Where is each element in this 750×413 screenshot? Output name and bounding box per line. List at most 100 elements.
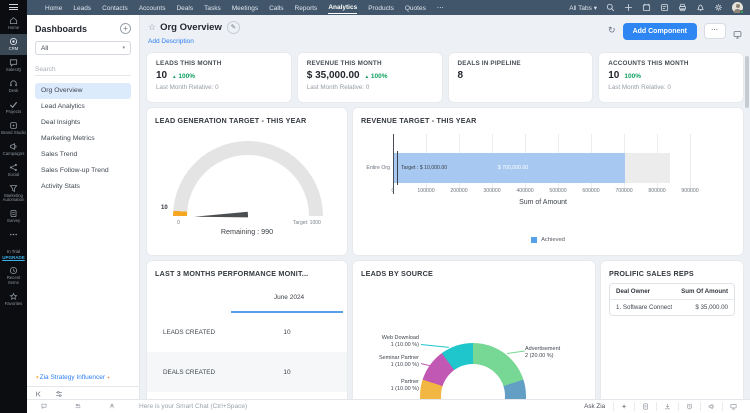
zia-icon[interactable]: ✦: [614, 403, 634, 411]
sidebar-item-survey[interactable]: Survey: [0, 206, 27, 227]
dashboard-item-marketing-metrics[interactable]: Marketing Metrics: [35, 131, 131, 147]
chevron-down-icon: ▾: [122, 45, 125, 51]
feeds-icon[interactable]: [660, 3, 669, 12]
bell-icon[interactable]: [696, 3, 705, 12]
more-options-button[interactable]: ⋯: [704, 23, 726, 39]
smart-chat-input[interactable]: [139, 403, 339, 410]
dashboard-item-org-overview[interactable]: Org Overview: [35, 83, 131, 99]
leads-by-source-card[interactable]: LEADS BY SOURCE Web Download1 (10.00 %) …: [352, 260, 596, 399]
category-label: Entire Org: [353, 165, 390, 171]
dashboard-item-activity-stats[interactable]: Activity Stats: [35, 179, 131, 195]
kpi-value: $ 35,000.00: [307, 70, 360, 81]
dashboard-title: Org Overview: [160, 22, 222, 33]
tab-meetings[interactable]: Meetings: [232, 2, 258, 14]
sidebar-item-campaigns[interactable]: Campaigns: [0, 139, 27, 160]
bar-value-label: $ 700,000.00: [453, 165, 573, 171]
download-icon[interactable]: [657, 403, 678, 410]
kpi-subtext: Last Month Relative: 0: [307, 84, 433, 91]
kpi-deals-in-pipeline[interactable]: DEALS IN PIPELINE 8: [448, 52, 594, 103]
sidebar-item-marketing-automation[interactable]: Marketing Automation: [0, 181, 27, 207]
kpi-accounts-this-month[interactable]: ACCOUNTS THIS MONTH 10 100% Last Month R…: [598, 52, 744, 103]
chats-button[interactable]: Chats: [27, 396, 61, 413]
upgrade-link[interactable]: UPGRADE: [0, 255, 27, 260]
sidebar-item-recent-items[interactable]: Recent Items: [0, 263, 27, 289]
trial-status: In Trial UPGRADE: [0, 246, 27, 263]
add-description-link[interactable]: Add Description: [148, 38, 240, 45]
sidebar-item-brand-studio[interactable]: Brand Studio: [0, 118, 27, 139]
sidebar-item-home[interactable]: Home: [0, 13, 27, 34]
tab-deals[interactable]: Deals: [176, 2, 193, 14]
dashboard-item-deal-insights[interactable]: Deal Insights: [35, 115, 131, 131]
kpi-subtext: Last Month Relative: 0: [156, 84, 282, 91]
table-row: LEADS CREATED 10: [147, 312, 347, 352]
revenue-target-card[interactable]: REVENUE TARGET - THIS YEAR Entire Org Ta…: [352, 107, 744, 256]
alarm-clock-icon[interactable]: [679, 403, 700, 410]
tab-home[interactable]: Home: [45, 2, 62, 14]
prolific-sales-reps-card[interactable]: PROLIFIC SALES REPS Deal Owner Sum Of Am…: [600, 260, 744, 399]
x-tick: 0: [378, 188, 408, 194]
sales-reps-table: Deal Owner Sum Of Amount 1. Software Con…: [609, 283, 735, 316]
megaphone-icon: [9, 142, 18, 151]
favorite-star-icon[interactable]: ☆: [148, 22, 156, 33]
person-icon: [109, 396, 115, 413]
tab-reports[interactable]: Reports: [295, 2, 318, 14]
plus-icon[interactable]: [624, 3, 633, 12]
dashboard-item-lead-analytics[interactable]: Lead Analytics: [35, 99, 131, 115]
tab-analytics[interactable]: Analytics: [328, 1, 357, 14]
all-tabs-dropdown[interactable]: All Tabs ▾: [569, 4, 597, 12]
user-avatar[interactable]: [732, 2, 743, 13]
tab-products[interactable]: Products: [368, 2, 394, 14]
trial-label: In Trial: [0, 249, 27, 254]
dashboard-filter-dropdown[interactable]: All▾: [35, 41, 131, 55]
more-apps-button[interactable]: [0, 227, 27, 242]
kpi-leads-this-month[interactable]: LEADS THIS MONTH 10 ▲ 100% Last Month Re…: [146, 52, 292, 103]
add-component-button[interactable]: Add Component: [623, 23, 697, 40]
dashboard-search-input[interactable]: [35, 64, 131, 76]
edit-pencil-icon[interactable]: ✎: [227, 21, 240, 34]
star-icon: [9, 292, 18, 301]
speaker-icon[interactable]: [701, 403, 722, 410]
zia-strategy-influencer-link[interactable]: ✦Zia Strategy Influencer ✦: [35, 374, 110, 381]
kpi-delta: ▲ 100%: [172, 73, 195, 80]
contacts-button[interactable]: Contacts: [95, 396, 129, 413]
refresh-icon[interactable]: ↻: [608, 25, 616, 36]
tab-quotes[interactable]: Quotes: [405, 2, 426, 14]
zoho-crm-app: Home CRM SalesIQ Desk Projects Brand Stu…: [0, 0, 750, 413]
table-row: DEALS CREATED 10: [147, 352, 347, 392]
tab-tasks[interactable]: Tasks: [204, 2, 221, 14]
x-tick: 700000: [609, 188, 639, 194]
lead-generation-target-card[interactable]: LEAD GENERATION TARGET - THIS YEAR 10 0 …: [146, 107, 348, 256]
tab-accounts[interactable]: Accounts: [139, 2, 166, 14]
tab-contacts[interactable]: Contacts: [102, 2, 128, 14]
performance-monitor-card[interactable]: LAST 3 MONTHS PERFORMANCE MONIT... June …: [146, 260, 348, 399]
monitor-icon[interactable]: [723, 403, 744, 410]
dashboard-item-sales-follow-up-trend[interactable]: Sales Follow-up Trend: [35, 163, 131, 179]
channels-button[interactable]: Channels: [61, 396, 95, 413]
sidebar-item-desk[interactable]: Desk: [0, 76, 27, 97]
vertical-scrollbar[interactable]: [745, 56, 749, 108]
dashboard-item-sales-trend[interactable]: Sales Trend: [35, 147, 131, 163]
calendar-icon[interactable]: [642, 3, 651, 12]
sidebar-item-social[interactable]: Social: [0, 160, 27, 181]
search-icon[interactable]: [606, 3, 615, 12]
chart-title: REVENUE TARGET - THIS YEAR: [353, 108, 743, 125]
more-tabs-button[interactable]: ⋯: [437, 4, 445, 12]
x-axis-label: Sum of Amount: [393, 199, 693, 206]
sidebar-item-projects[interactable]: Projects: [0, 97, 27, 118]
sidebar-item-favorites[interactable]: Favorites: [0, 289, 27, 310]
document-icon[interactable]: [635, 403, 656, 410]
tab-leads[interactable]: Leads: [73, 2, 91, 14]
present-screen-icon[interactable]: [733, 26, 742, 44]
add-dashboard-button[interactable]: +: [120, 23, 131, 34]
printer-icon[interactable]: [678, 3, 687, 12]
settings-gear-icon[interactable]: [714, 3, 723, 12]
sidebar-item-salesiq[interactable]: SalesIQ: [0, 55, 27, 76]
kpi-revenue-this-month[interactable]: REVENUE THIS MONTH $ 35,000.00 ▲ 100% La…: [297, 52, 443, 103]
table-row[interactable]: 1. Software Connect $ 35,000.00: [610, 300, 734, 315]
chart-title: LAST 3 MONTHS PERFORMANCE MONIT...: [147, 261, 347, 278]
hamburger-menu-icon[interactable]: [0, 0, 27, 13]
tab-calls[interactable]: Calls: [269, 2, 283, 14]
ask-zia-button[interactable]: Ask Zia: [576, 403, 613, 410]
sidebar-item-crm[interactable]: CRM: [0, 34, 27, 55]
slice-label-web-download: Web Download1 (10.00 %): [359, 335, 419, 350]
